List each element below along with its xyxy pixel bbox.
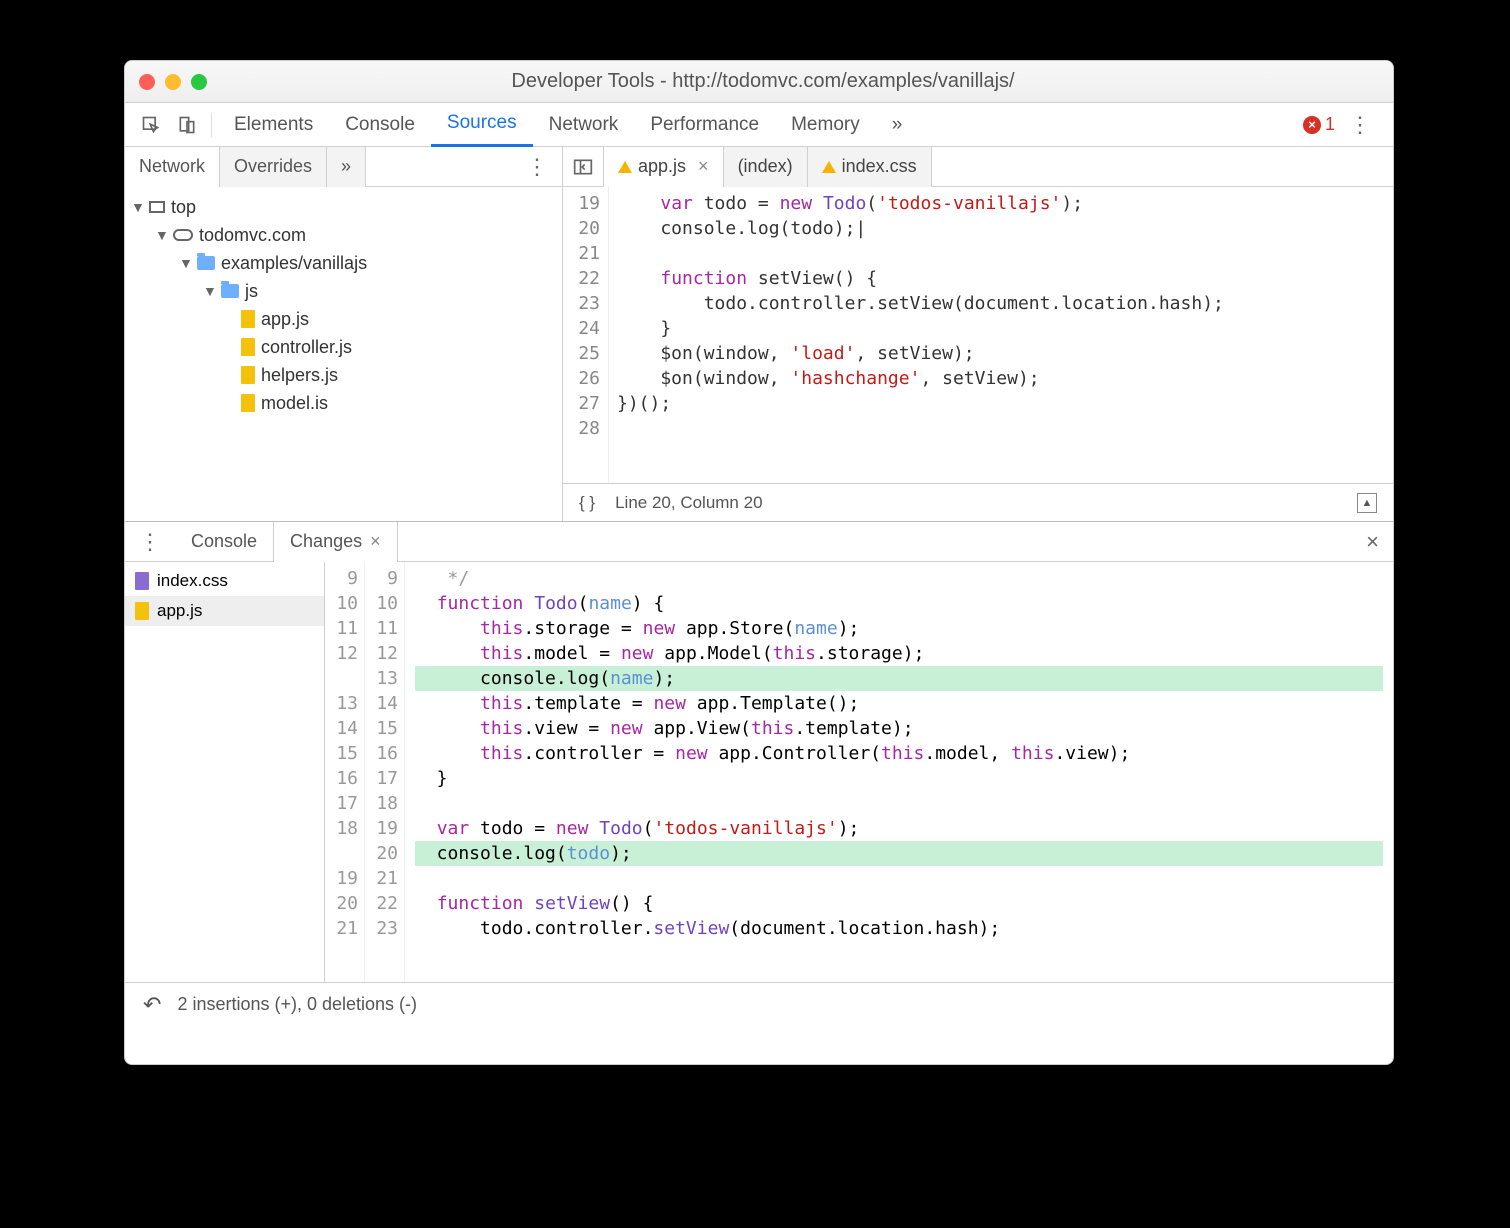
- close-tab-icon[interactable]: ×: [370, 531, 381, 552]
- changes-summary: 2 insertions (+), 0 deletions (-): [177, 994, 417, 1015]
- changes-panel: index.css app.js 9101112 131415161718 19…: [125, 562, 1393, 982]
- diff-view[interactable]: 9101112 131415161718 192021 910111213141…: [325, 562, 1393, 982]
- editor-pane: app.js× (index) index.css 19202122232425…: [563, 147, 1393, 521]
- toggle-device-icon[interactable]: [169, 115, 205, 135]
- warning-icon: [618, 161, 632, 173]
- tab-elements[interactable]: Elements: [218, 103, 329, 147]
- main-toolbar: Elements Console Sources Network Perform…: [125, 103, 1393, 147]
- editor-tabs: app.js× (index) index.css: [563, 147, 1393, 187]
- tree-domain[interactable]: ▼todomvc.com: [125, 221, 562, 249]
- navigator-tab-network[interactable]: Network: [125, 147, 220, 187]
- code-editor[interactable]: 19202122232425262728 var todo = new Todo…: [563, 187, 1393, 483]
- tab-memory[interactable]: Memory: [775, 103, 876, 147]
- cursor-position: Line 20, Column 20: [615, 493, 762, 513]
- error-icon: ×: [1303, 116, 1321, 134]
- file-icon: [241, 394, 255, 412]
- window-title: Developer Tools - http://todomvc.com/exa…: [207, 70, 1319, 93]
- window-titlebar: Developer Tools - http://todomvc.com/exa…: [125, 61, 1393, 103]
- folder-icon: [197, 256, 215, 270]
- navigator-tab-overrides[interactable]: Overrides: [220, 147, 327, 187]
- toggle-navigator-icon[interactable]: [563, 147, 604, 187]
- tab-network[interactable]: Network: [533, 103, 635, 147]
- drawer: ⋮ Console Changes× × index.css app.js 91…: [125, 521, 1393, 1026]
- tabs-overflow[interactable]: »: [876, 103, 919, 147]
- coverage-toggle-icon[interactable]: ▲: [1357, 493, 1377, 513]
- cloud-icon: [173, 229, 193, 241]
- close-window-button[interactable]: [139, 74, 155, 90]
- file-tab-app-js[interactable]: app.js×: [604, 147, 724, 187]
- line-gutter: 19202122232425262728: [563, 187, 609, 483]
- zoom-window-button[interactable]: [191, 74, 207, 90]
- error-badge[interactable]: × 1: [1303, 114, 1335, 135]
- pretty-print-button[interactable]: { }: [579, 493, 595, 513]
- sources-upper: Network Overrides » ⋮ ▼top ▼todomvc.com …: [125, 147, 1393, 521]
- error-count: 1: [1325, 114, 1335, 135]
- file-icon: [241, 366, 255, 384]
- changes-statusbar: ↶ 2 insertions (+), 0 deletions (-): [125, 982, 1393, 1026]
- navigator-tabs-overflow[interactable]: »: [327, 147, 366, 187]
- warning-icon: [822, 161, 836, 173]
- file-tab-index[interactable]: (index): [724, 147, 808, 187]
- editor-statusbar: { } Line 20, Column 20 ▲: [563, 483, 1393, 521]
- traffic-lights: [139, 74, 207, 90]
- code-text[interactable]: var todo = new Todo('todos-vanillajs'); …: [609, 187, 1232, 483]
- changed-file[interactable]: app.js: [125, 596, 324, 626]
- drawer-menu-icon[interactable]: ⋮: [125, 529, 175, 555]
- navigator-pane: Network Overrides » ⋮ ▼top ▼todomvc.com …: [125, 147, 563, 521]
- close-tab-icon[interactable]: ×: [698, 156, 709, 177]
- tree-file[interactable]: app.js: [125, 305, 562, 333]
- minimize-window-button[interactable]: [165, 74, 181, 90]
- changed-files-list: index.css app.js: [125, 562, 325, 982]
- tab-sources[interactable]: Sources: [431, 103, 533, 147]
- inspect-element-icon[interactable]: [133, 115, 169, 135]
- tree-path[interactable]: ▼examples/vanillajs: [125, 249, 562, 277]
- folder-icon: [221, 284, 239, 298]
- devtools-window: Developer Tools - http://todomvc.com/exa…: [124, 60, 1394, 1065]
- changed-file[interactable]: index.css: [125, 566, 324, 596]
- revert-icon[interactable]: ↶: [143, 992, 161, 1018]
- tree-file[interactable]: controller.js: [125, 333, 562, 361]
- drawer-tab-changes[interactable]: Changes×: [273, 522, 398, 562]
- tree-file[interactable]: helpers.js: [125, 361, 562, 389]
- file-icon: [135, 602, 149, 620]
- navigator-tabs: Network Overrides » ⋮: [125, 147, 562, 187]
- file-tab-index-css[interactable]: index.css: [808, 147, 932, 187]
- close-drawer-icon[interactable]: ×: [1352, 529, 1393, 555]
- settings-menu-icon[interactable]: ⋮: [1335, 112, 1385, 138]
- frame-icon: [149, 201, 165, 213]
- file-tree: ▼top ▼todomvc.com ▼examples/vanillajs ▼j…: [125, 187, 562, 521]
- tab-console[interactable]: Console: [329, 103, 431, 147]
- tree-top[interactable]: ▼top: [125, 193, 562, 221]
- old-line-gutter: 9101112 131415161718 192021: [325, 562, 365, 982]
- drawer-tabs: ⋮ Console Changes× ×: [125, 522, 1393, 562]
- file-icon: [241, 310, 255, 328]
- tree-file[interactable]: model.is: [125, 389, 562, 417]
- drawer-tab-console[interactable]: Console: [175, 522, 273, 562]
- new-line-gutter: 91011121314151617181920212223: [365, 562, 405, 982]
- tab-performance[interactable]: Performance: [634, 103, 775, 147]
- file-icon: [241, 338, 255, 356]
- file-icon: [135, 572, 149, 590]
- navigator-menu-icon[interactable]: ⋮: [512, 154, 562, 180]
- tree-js-folder[interactable]: ▼js: [125, 277, 562, 305]
- diff-text: */ function Todo(name) { this.storage = …: [405, 562, 1393, 982]
